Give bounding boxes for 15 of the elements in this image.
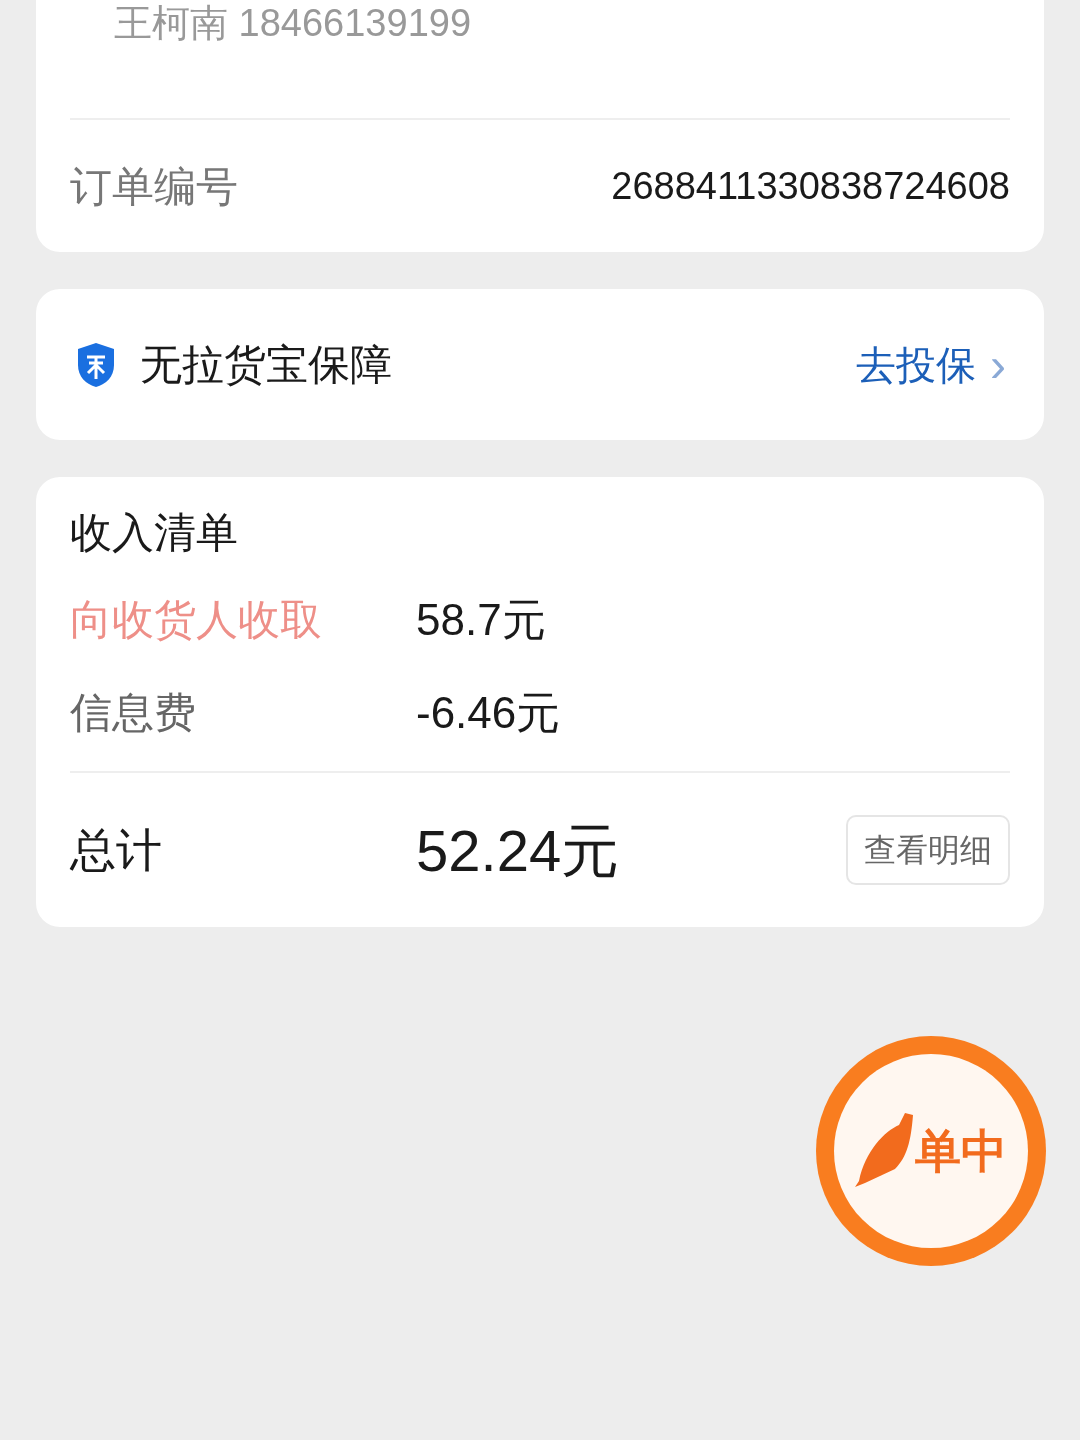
insurance-title: 无拉货宝保障: [140, 340, 393, 390]
order-number: 2688411330838724608: [611, 163, 1010, 209]
income-label: 信息费: [70, 688, 197, 738]
contact-text: 王柯南 18466139199: [114, 1, 472, 46]
total-label: 总计: [70, 822, 163, 878]
floating-button-text: 单中: [915, 1123, 1007, 1179]
order-number-label: 订单编号: [70, 161, 238, 212]
income-amount: -6.46元: [416, 686, 561, 739]
insure-link[interactable]: 去投保 ›: [856, 328, 1006, 401]
total-amount: 52.24元: [416, 816, 621, 885]
income-title: 收入清单: [70, 508, 239, 558]
insurance-card[interactable]: 无拉货宝保障 去投保 ›: [36, 289, 1044, 440]
view-details-button[interactable]: 查看明细: [846, 815, 1010, 885]
income-label: 向收货人收取: [70, 595, 323, 645]
income-amount: 58.7元: [416, 593, 546, 646]
